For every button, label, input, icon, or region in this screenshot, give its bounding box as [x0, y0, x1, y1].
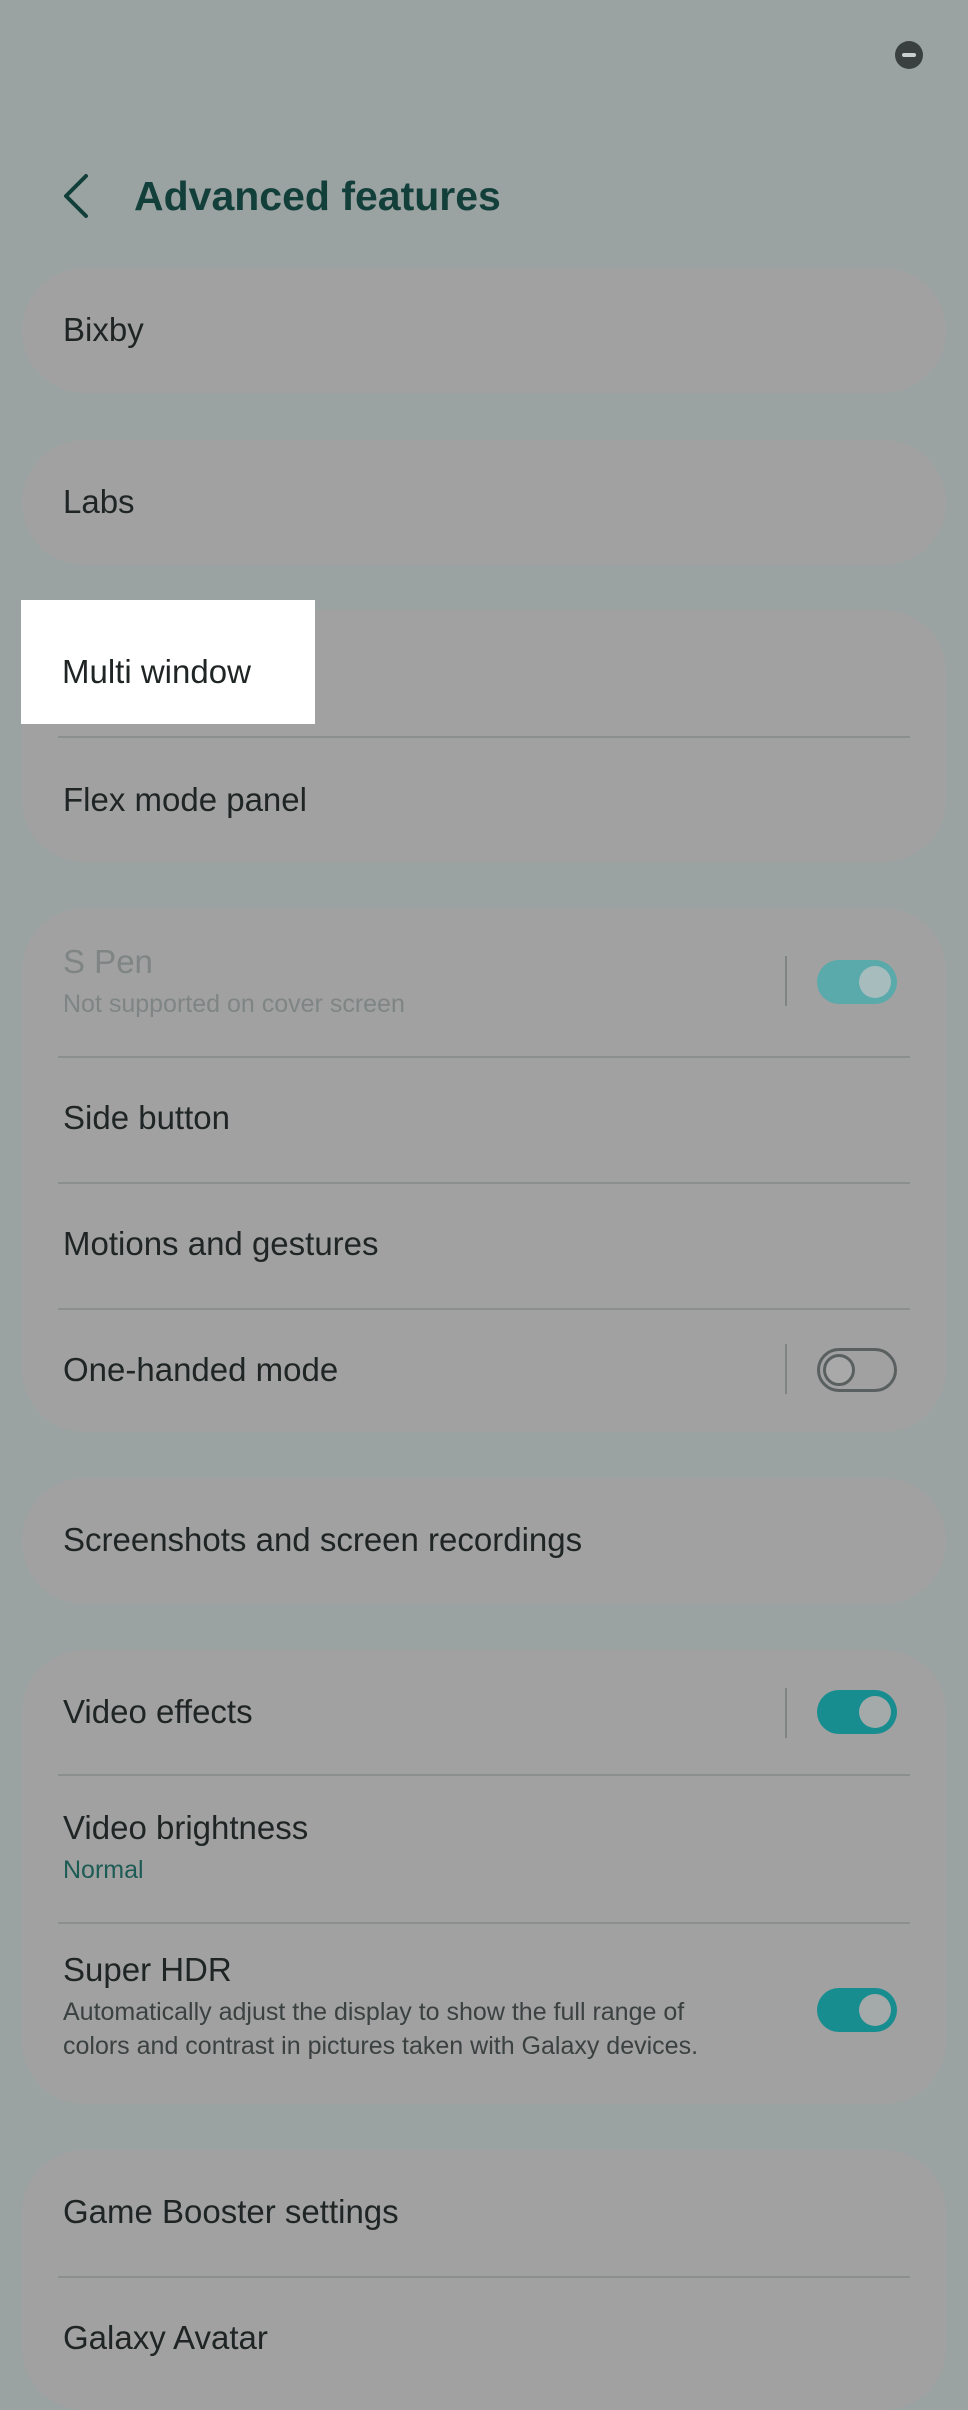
card-game-group: Game Booster settings Galaxy Avatar: [22, 2150, 946, 2410]
list-item-s-pen: S Pen Not supported on cover screen: [22, 908, 946, 1056]
vertical-divider: [785, 956, 787, 1006]
item-label: Screenshots and screen recordings: [63, 1521, 583, 1558]
item-label: Galaxy Avatar: [63, 2319, 268, 2356]
multi-window-label[interactable]: Multi window: [62, 652, 251, 692]
list-item-labs[interactable]: Labs: [22, 440, 946, 565]
minus-circle-icon: [895, 41, 923, 69]
item-label: Super HDR: [63, 1951, 232, 1988]
page-title: Advanced features: [134, 173, 501, 219]
list-item-super-hdr[interactable]: Super HDR Automatically adjust the displ…: [22, 1924, 946, 2104]
card-s-pen-group: S Pen Not supported on cover screen Side…: [22, 908, 946, 1432]
video-effects-toggle[interactable]: [817, 1690, 897, 1734]
item-sublabel: Not supported on cover screen: [63, 990, 405, 1018]
back-button[interactable]: [56, 168, 96, 224]
toggle-knob: [859, 966, 891, 998]
list-item-flex-mode-panel[interactable]: Flex mode panel: [22, 738, 946, 862]
list-item-video-effects[interactable]: Video effects: [22, 1650, 946, 1774]
s-pen-toggle: [817, 960, 897, 1004]
card-screenshots: Screenshots and screen recordings: [22, 1478, 946, 1604]
item-value: Normal: [63, 1856, 144, 1884]
item-label: S Pen: [63, 943, 153, 980]
list-item-screenshots[interactable]: Screenshots and screen recordings: [22, 1478, 946, 1604]
item-label: Side button: [63, 1099, 230, 1136]
item-label: Flex mode panel: [63, 781, 307, 818]
list-item-game-booster[interactable]: Game Booster settings: [22, 2150, 946, 2276]
item-label: Video effects: [63, 1693, 253, 1730]
card-video-group: Video effects Video brightness Normal Su…: [22, 1650, 946, 2104]
toggle-knob: [859, 1696, 891, 1728]
item-label: Labs: [63, 483, 135, 520]
list-item-motions-gestures[interactable]: Motions and gestures: [22, 1184, 946, 1308]
item-sublabel: colors and contrast in pictures taken wi…: [63, 2032, 699, 2060]
toggle-knob: [859, 1994, 891, 2026]
list-item-side-button[interactable]: Side button: [22, 1058, 946, 1182]
chevron-left-icon: [64, 174, 88, 218]
vertical-divider: [785, 1688, 787, 1738]
super-hdr-toggle[interactable]: [817, 1988, 897, 2032]
one-handed-mode-toggle[interactable]: [817, 1348, 897, 1392]
list-item-video-brightness[interactable]: Video brightness Normal: [22, 1776, 946, 1922]
item-label: Game Booster settings: [63, 2193, 399, 2230]
item-sublabel: Automatically adjust the display to show…: [63, 1998, 685, 2026]
item-label: Video brightness: [63, 1809, 309, 1846]
toggle-knob: [823, 1354, 855, 1386]
list-item-galaxy-avatar[interactable]: Galaxy Avatar: [22, 2278, 946, 2410]
item-label: Motions and gestures: [63, 1225, 379, 1262]
item-label: Bixby: [63, 311, 144, 348]
card-labs: Labs: [22, 440, 946, 565]
list-item-one-handed-mode[interactable]: One-handed mode: [22, 1310, 946, 1432]
card-bixby: Bixby: [22, 268, 946, 393]
list-item-bixby[interactable]: Bixby: [22, 268, 946, 393]
vertical-divider: [785, 1344, 787, 1394]
item-label: One-handed mode: [63, 1351, 339, 1388]
